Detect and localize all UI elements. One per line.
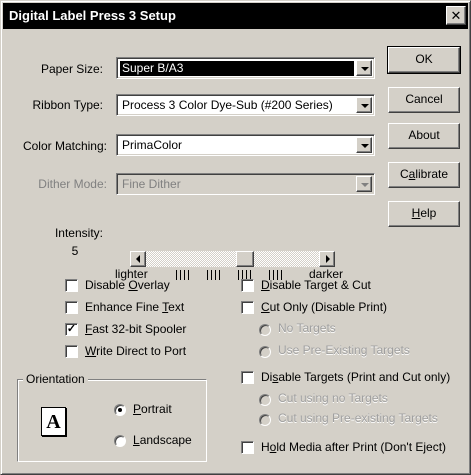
tick-mark [211,270,212,280]
tick-mark [180,270,181,280]
radio-dot [259,414,271,426]
radio-dot[interactable] [114,404,126,416]
chevron-down-icon[interactable] [356,60,372,76]
chevron-down-icon [356,176,372,192]
help-label-b: elp [420,206,437,220]
cut-existing-label-shadow: Cut using Pre-existing Targets [278,411,438,425]
tick-mark [188,270,189,280]
checkbox-box[interactable] [241,301,254,314]
ribbon-type-select[interactable]: Process 3 Color Dye-Sub (#200 Series) [116,94,375,116]
cut-no-targets-label-shadow: Cut using no Targets [278,391,388,405]
setup-dialog: Digital Label Press 3 Setup ✕ Paper Size… [0,0,471,475]
radio-dot [259,346,271,358]
checkbox-box[interactable] [241,371,254,384]
intensity-label: Intensity: [54,226,103,240]
radio-dot [259,324,271,336]
use-existing-label-shadow: Use Pre-Existing Targets [278,343,410,357]
slider-thumb[interactable] [235,251,254,267]
paper-size-label: Paper Size: [40,62,103,76]
calibrate-button[interactable]: Calibrate [388,162,460,188]
cut-only-label: Cut Only (Disable Print) [261,300,388,314]
tick-mark [215,270,216,280]
orientation-page-icon: A [41,407,66,436]
disable-targets-label: Disable Targets (Print and Cut only) [261,370,451,384]
close-button[interactable]: ✕ [446,6,466,25]
radio-dot[interactable] [114,435,126,447]
calibrate-label-c: librate [415,167,449,181]
orientation-label: Orientation [23,371,88,387]
disable-overlay-label: Disable Overlay [85,278,170,292]
write-direct-to-port-label: Write Direct to Port [85,344,187,358]
no-targets-label-shadow: No Targets [278,321,336,335]
title-bar: Digital Label Press 3 Setup ✕ [3,3,468,29]
close-icon: ✕ [450,8,462,23]
slider-left-arrow-icon[interactable] [130,251,146,267]
landscape-label: Landscape [133,433,192,447]
disable-target-cut-label: Disable Target & Cut [261,278,371,292]
chevron-down-icon[interactable] [356,137,372,153]
ribbon-type-value: Process 3 Color Dye-Sub (#200 Series) [122,98,333,112]
chevron-down-icon[interactable] [356,97,372,113]
tick-mark [176,270,177,280]
color-matching-select[interactable]: PrimaColor [116,134,375,156]
calibrate-label-a: C [399,167,409,181]
tick-mark [219,270,220,280]
dither-mode-select: Fine Dither [116,173,375,195]
ok-button[interactable]: OK [387,46,461,74]
help-button[interactable]: Help [388,201,460,227]
slider-right-arrow-icon[interactable] [319,251,335,267]
intensity-value: 5 [71,244,79,258]
tick-mark [238,270,239,280]
paper-size-select[interactable]: Super B/A3 [116,57,375,79]
checkbox-box[interactable] [65,345,78,358]
checkbox-box[interactable] [241,279,254,292]
checkbox-box[interactable] [241,441,254,454]
ribbon-type-label: Ribbon Type: [32,98,104,112]
paper-size-value: Super B/A3 [120,61,354,76]
portrait-label: Portrait [133,402,172,416]
color-matching-value: PrimaColor [122,138,183,152]
checkbox-box[interactable] [65,301,78,314]
tick-mark [207,270,208,280]
window-title: Digital Label Press 3 Setup [9,8,176,23]
dither-mode-label: Dither Mode: [38,177,107,191]
dither-mode-value: Fine Dither [122,177,181,191]
hold-media-label: Hold Media after Print (Don't Eject) [261,440,447,454]
about-button[interactable]: About [388,123,460,149]
cancel-button[interactable]: Cancel [388,87,460,113]
checkbox-box[interactable] [65,279,78,292]
checkbox-box[interactable]: ✓ [65,323,78,336]
color-matching-label: Color Matching: [22,139,107,153]
tick-mark [184,270,185,280]
intensity-slider[interactable] [130,251,335,267]
enhance-fine-text-label: Enhance Fine Text [85,300,185,314]
fast-spooler-label: Fast 32-bit Spooler [85,322,187,336]
radio-dot [259,394,271,406]
